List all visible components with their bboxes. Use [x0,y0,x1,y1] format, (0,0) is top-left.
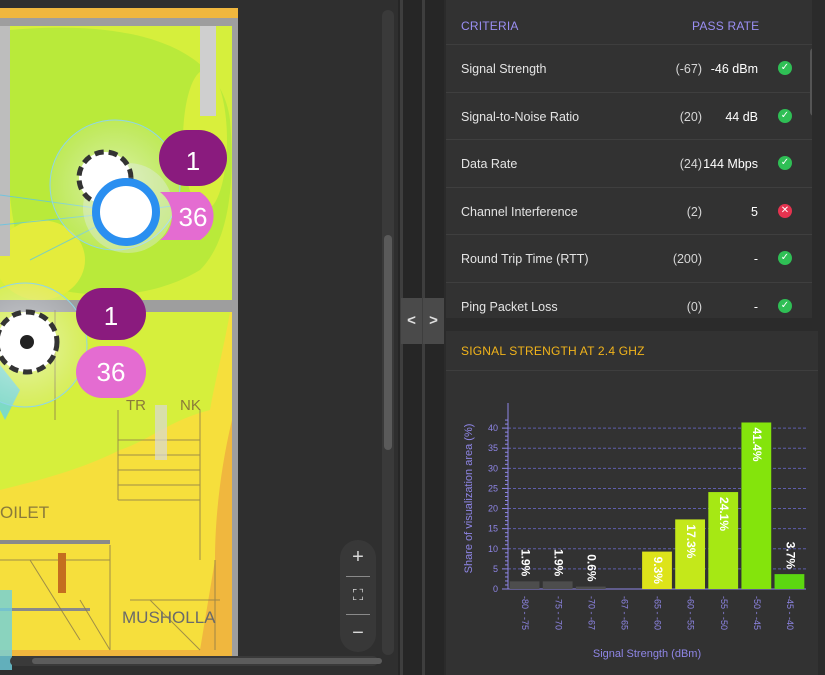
cross-icon: ✕ [778,203,792,218]
collapse-left-button[interactable]: < [401,298,422,344]
histogram-bar[interactable] [542,581,573,589]
room-label-nk: NK [180,397,201,414]
heatmap-view[interactable]: TR NK OILET MUSHOLLA 1 36 1 36 + ⛶ − [0,0,398,675]
bar-data-label: 9.3% [651,557,665,585]
bar-data-label: 0.6% [585,554,599,582]
svg-text:1: 1 [186,146,200,176]
y-tick-label: 0 [493,584,498,594]
y-tick-label: 30 [488,463,498,473]
criteria-threshold: (2) [686,204,702,219]
zoom-in-button[interactable]: + [340,542,376,572]
criteria-row[interactable]: Round Trip Time (RTT) (200) - ✓ [446,235,812,283]
check-icon: ✓ [778,61,792,75]
signal-strength-histogram: 0 5 10 15 20 25 30 35 40 1.9% -80 - -75 1.9% -75 - -… [463,403,806,660]
criteria-threshold: (20) [679,109,702,124]
criteria-name: Ping Packet Loss [461,299,558,314]
criteria-threshold: (0) [686,299,702,314]
criteria-scrollbar[interactable] [810,48,812,116]
criteria-rows: Signal Strength (-67) -46 dBm ✓ Signal-to-No… [446,45,812,318]
pass-rate-column-header[interactable]: PASS RATE [692,19,759,33]
x-tick-label: -45 - -40 [785,596,795,630]
zoom-out-button[interactable]: − [340,618,376,648]
room-label-tr: TR [126,397,146,414]
check-icon: ✓ [778,251,792,265]
svg-text:36: 36 [179,202,208,232]
signal-strength-chart-panel: SIGNAL STRENGTH AT 2.4 GHZ 0 5 10 15 20 25 30 3… [446,331,818,675]
histogram-bar[interactable] [774,574,805,589]
room-label-toilet: OILET [0,503,49,522]
y-tick-label: 10 [488,544,498,554]
criteria-value: -46 dBm [710,62,758,76]
criteria-name: Signal-to-Noise Ratio [461,109,580,124]
criteria-name: Round Trip Time (RTT) [461,252,589,266]
zoom-control: + ⛶ − [340,540,376,652]
bar-data-label: 17.3% [684,524,698,558]
x-tick-label: -75 - -70 [553,596,563,630]
analysis-panel: CRITERIA PASS RATE Signal Strength (-67) -… [444,0,825,675]
criteria-row[interactable]: Ping Packet Loss (0) - ✓ [446,283,812,319]
chart-header: SIGNAL STRENGTH AT 2.4 GHZ [446,331,818,371]
check-icon: ✓ [778,298,792,313]
scroll-thumb[interactable] [32,658,382,664]
y-tick-label: 40 [488,423,498,433]
y-tick-label: 15 [488,524,498,534]
criteria-threshold: (24) [679,157,702,171]
app-root: TR NK OILET MUSHOLLA 1 36 1 36 + ⛶ − < >… [0,0,825,675]
bar-data-label: 1.9% [551,549,565,577]
x-tick-label: -65 - -60 [653,596,663,630]
criteria-row[interactable]: Data Rate (24) 144 Mbps ✓ [446,140,812,188]
wall [0,18,238,26]
floorplan-heatmap[interactable]: TR NK OILET MUSHOLLA 1 36 1 36 [0,0,398,675]
y-tick-label: 25 [488,483,498,493]
criteria-value: - [753,252,758,266]
criteria-value: 44 dB [725,109,758,124]
y-tick-label: 35 [488,443,498,453]
map-horizontal-scrollbar[interactable] [10,656,382,666]
bar-data-label: 3.7% [783,542,797,570]
criteria-name: Signal Strength [461,62,547,76]
histogram-bar[interactable] [575,586,606,589]
x-axis-title: Signal Strength (dBm) [593,648,701,660]
svg-text:1: 1 [104,301,118,331]
criteria-name: Channel Interference [461,204,578,219]
bar-data-label: 1.9% [518,549,532,577]
wall [232,18,238,658]
criteria-table: CRITERIA PASS RATE Signal Strength (-67) -… [446,0,812,318]
y-tick-label: 5 [493,564,498,574]
x-tick-label: -55 - -50 [719,596,729,630]
svg-text:36: 36 [97,357,126,387]
criteria-value: 5 [751,204,758,219]
criteria-threshold: (200) [672,252,702,266]
room-label-musholla: MUSHOLLA [122,608,216,627]
check-icon: ✓ [778,108,792,123]
x-tick-label: -50 - -45 [752,596,762,630]
criteria-table-header: CRITERIA PASS RATE [446,0,812,45]
fit-to-screen-button[interactable]: ⛶ [340,581,376,611]
y-tick-label: 20 [488,504,498,514]
criteria-row[interactable]: Signal-to-Noise Ratio (20) 44 dB ✓ [446,93,812,140]
criteria-value: 144 Mbps [703,157,758,171]
map-vertical-scrollbar[interactable] [382,10,394,655]
check-icon: ✓ [778,156,792,170]
panel-divider[interactable]: < > [398,0,444,675]
bar-data-label: 41.4% [750,427,764,461]
criteria-value: - [753,299,758,314]
criteria-threshold: (-67) [675,62,702,76]
x-tick-label: -80 - -75 [520,596,530,630]
histogram-bar[interactable] [509,581,540,589]
criteria-row[interactable]: Signal Strength (-67) -46 dBm ✓ [446,45,812,93]
collapse-right-button[interactable]: > [423,298,444,344]
criteria-column-header[interactable]: CRITERIA [461,19,519,33]
x-tick-label: -70 - -67 [586,596,596,630]
bar-data-label: 24.1% [717,497,731,531]
x-tick-label: -67 - -65 [620,596,630,630]
x-tick-label: -60 - -55 [686,596,696,630]
y-axis-title: Share of visualization area (%) [463,424,475,574]
chart-title: SIGNAL STRENGTH AT 2.4 GHZ [461,344,645,358]
criteria-name: Data Rate [461,157,518,171]
criteria-row[interactable]: Channel Interference (2) 5 ✕ [446,188,812,235]
scroll-thumb[interactable] [384,235,392,450]
